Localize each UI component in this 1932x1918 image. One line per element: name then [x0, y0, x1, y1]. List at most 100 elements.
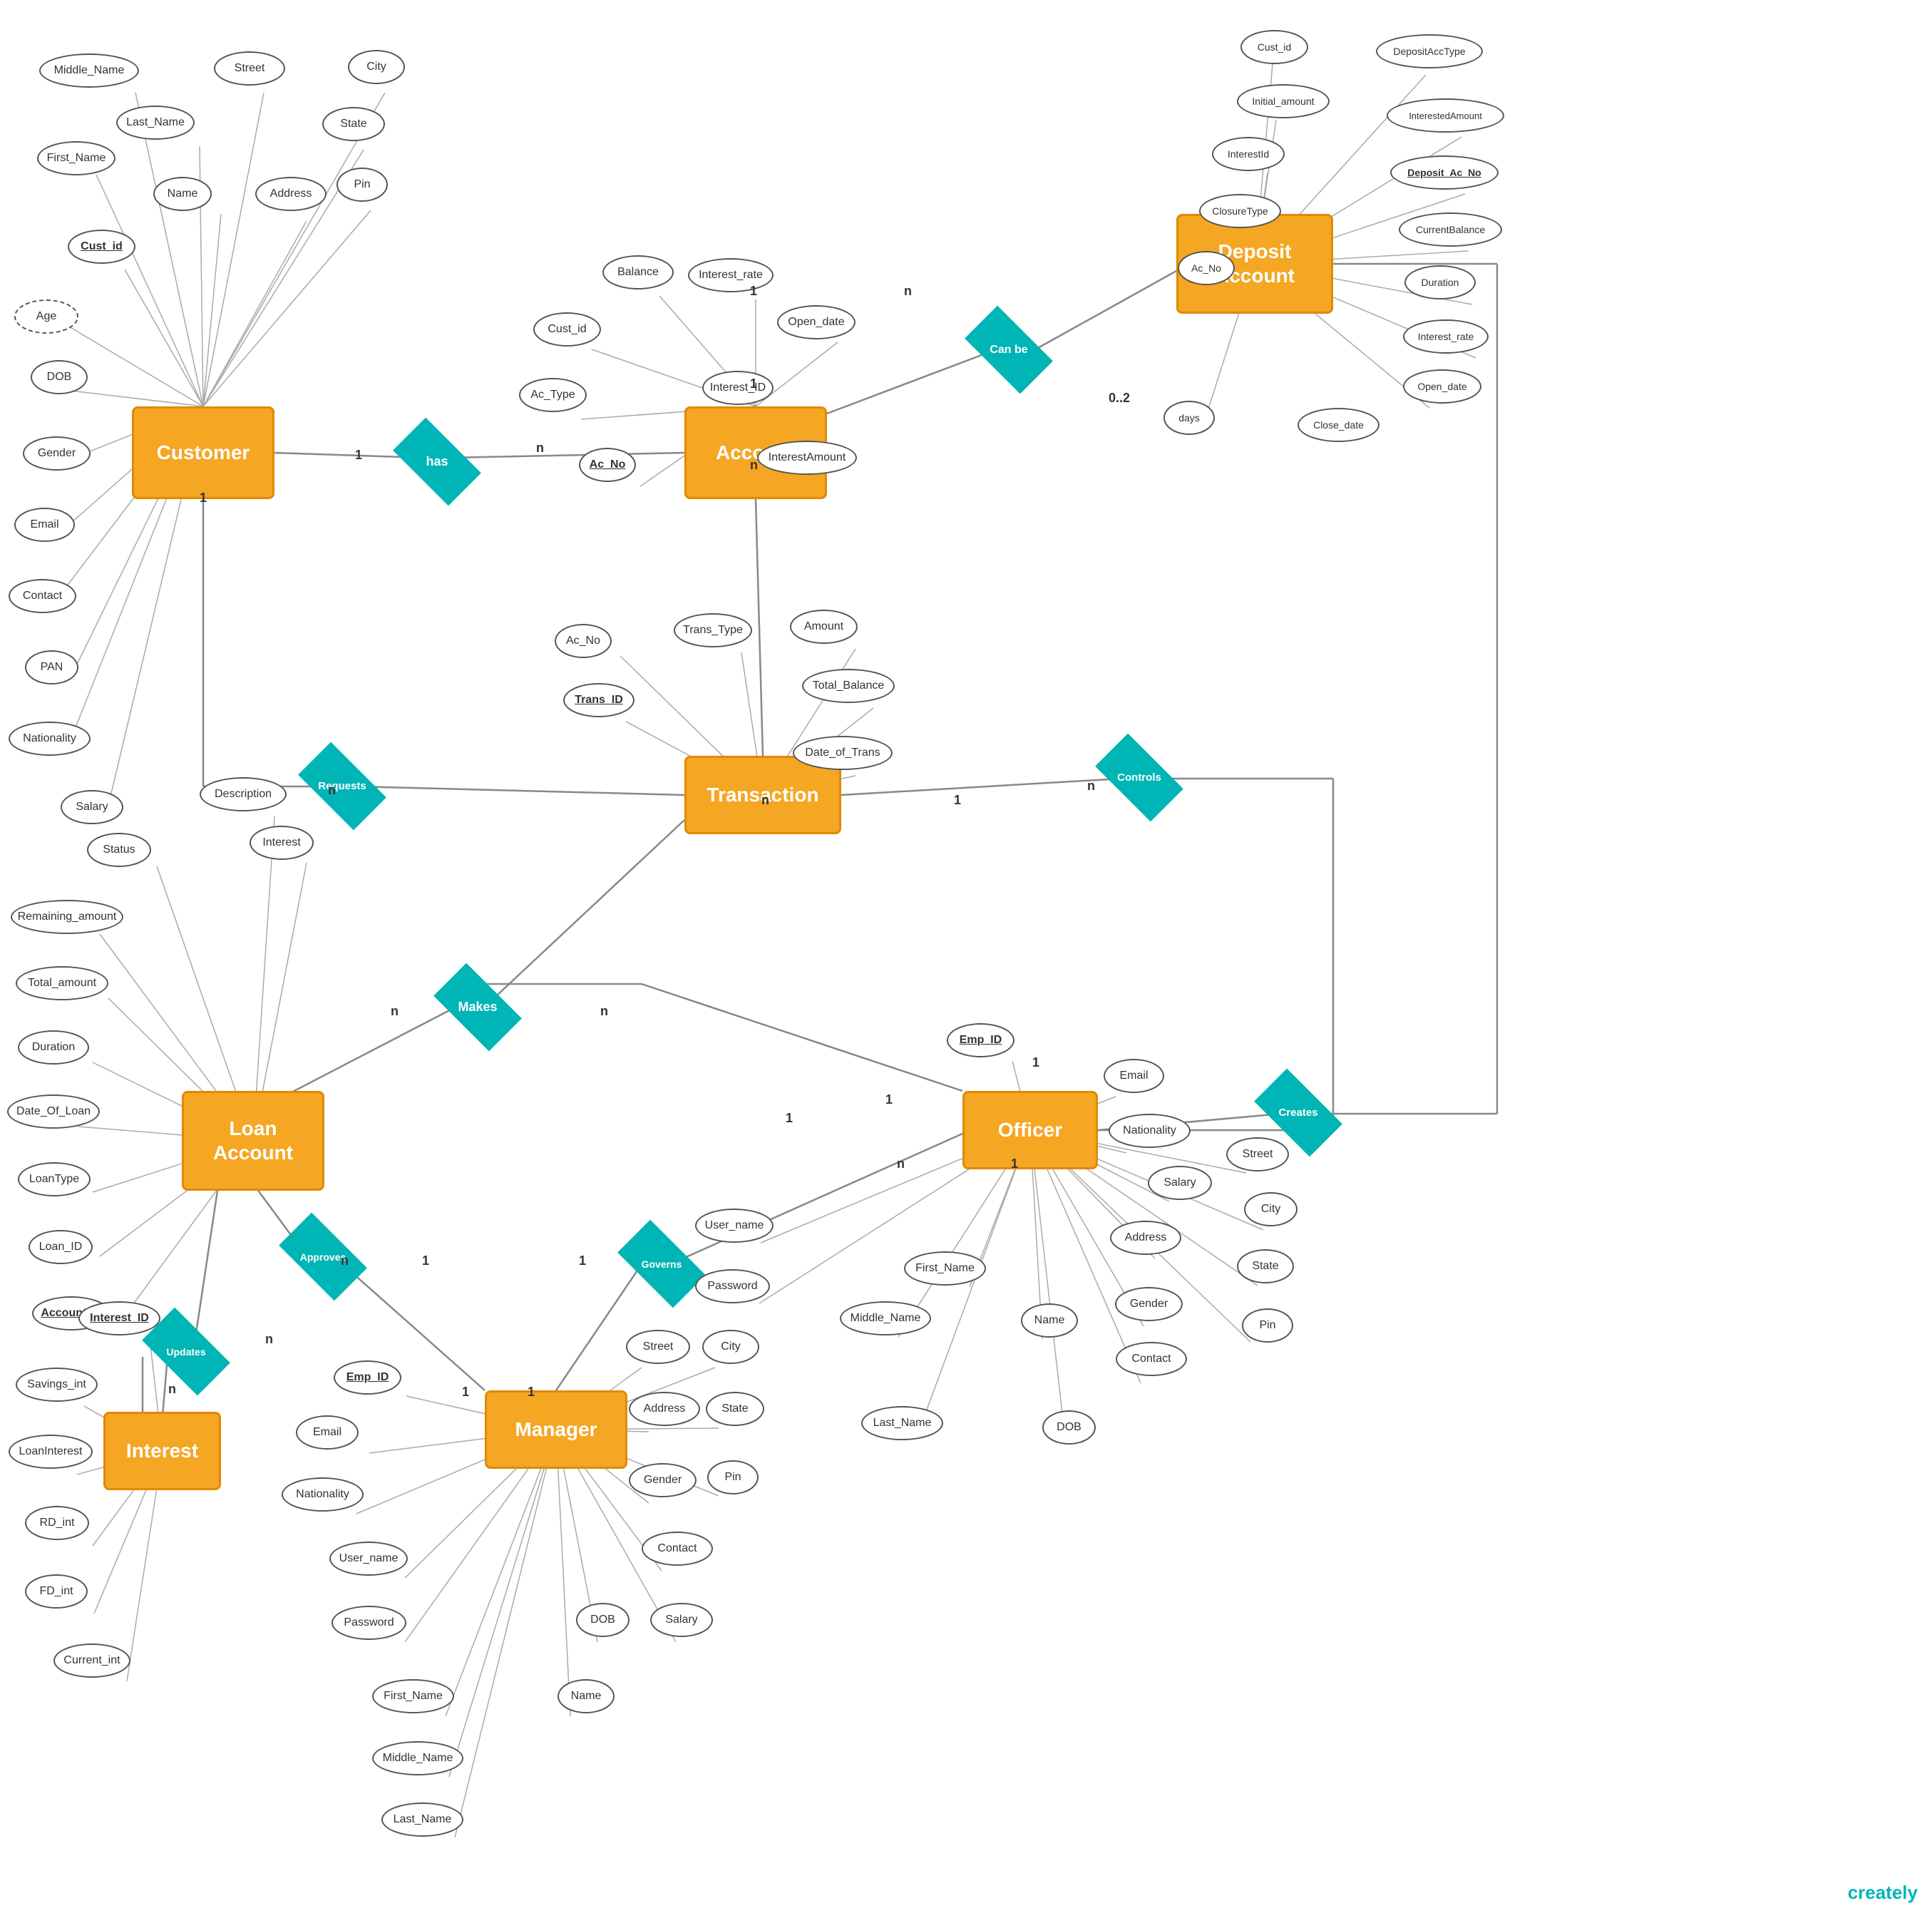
card-makes-n2: n — [600, 1004, 608, 1019]
attr-mgr-state: State — [706, 1392, 764, 1426]
attr-dob: DOB — [31, 360, 88, 394]
card-acc-tx-n: n — [750, 458, 758, 473]
card-off-n: n — [897, 1157, 905, 1171]
attr-last-name: Last_Name — [116, 106, 195, 140]
diagram-container: Customer Account Deposit Account Transac… — [0, 0, 1932, 1918]
attr-loan-status: Status — [87, 833, 151, 867]
attr-dep-curbal: CurrentBalance — [1399, 212, 1502, 247]
card-dep-1: 1 — [750, 284, 757, 299]
relationship-controls-label: Controls — [1100, 754, 1178, 801]
attr-dep-opendate: Open_date — [1403, 369, 1481, 404]
card-mgr-1a: 1 — [528, 1385, 535, 1400]
entity-interest: Interest — [103, 1412, 221, 1490]
attr-off-street: Street — [1226, 1137, 1289, 1171]
card-ctrl-n2: n — [1087, 779, 1095, 794]
attr-tx-transid: Trans_ID — [563, 683, 634, 717]
attr-off-nationality: Nationality — [1109, 1114, 1191, 1148]
attr-off-salary: Salary — [1148, 1166, 1212, 1200]
attr-off-address: Address — [1110, 1221, 1181, 1255]
attr-dep-days: days — [1163, 401, 1215, 435]
attr-tx-dotrans: Date_of_Trans — [793, 736, 893, 770]
attr-mgr-address: Address — [629, 1392, 700, 1426]
attr-mgr-empid: Emp_ID — [334, 1360, 401, 1395]
attr-tx-totbal: Total_Balance — [802, 669, 895, 703]
attr-loan-loanid: Loan_ID — [29, 1230, 93, 1264]
creately-logo: creately — [1848, 1882, 1918, 1904]
attr-acc-custid: Cust_id — [533, 312, 601, 347]
relationship-requests-label: Requests — [303, 763, 381, 809]
attr-dep-intid: InterestId — [1212, 137, 1285, 171]
attr-pin: Pin — [336, 168, 388, 202]
attr-off-contact: Contact — [1116, 1342, 1187, 1376]
card-off-1b: 1 — [786, 1111, 793, 1126]
attr-acc-intrate: Interest_rate — [688, 258, 774, 292]
entity-officer: Officer — [962, 1091, 1098, 1169]
card-off-1c: 1 — [1011, 1157, 1018, 1171]
attr-mgr-email: Email — [296, 1415, 359, 1450]
attr-mgr-lastname: Last_Name — [381, 1802, 463, 1837]
connections-svg — [0, 0, 1932, 1918]
attr-pan: PAN — [25, 650, 78, 684]
card-mgr-1b: 1 — [462, 1385, 469, 1400]
attr-int-loanint: LoanInterest — [9, 1435, 93, 1469]
attr-address: Address — [255, 177, 327, 211]
attr-acc-intamt: InterestAmount — [757, 441, 857, 475]
attr-off-password: Password — [695, 1269, 770, 1303]
attr-loan-dol: Date_Of_Loan — [7, 1094, 100, 1129]
attr-first-name: First_Name — [37, 141, 115, 175]
attr-tx-transtype: Trans_Type — [674, 613, 752, 647]
card-dep-n: n — [904, 284, 912, 299]
card-appr-1: 1 — [422, 1253, 429, 1268]
attr-mgr-middlename: Middle_Name — [372, 1741, 463, 1775]
attr-off-name: Name — [1021, 1303, 1078, 1338]
attr-mgr-pin: Pin — [707, 1460, 759, 1494]
entity-manager: Manager — [485, 1390, 627, 1469]
attr-acc-intid: Interest_ID — [702, 371, 774, 405]
relationship-creates-label: Creates — [1259, 1089, 1337, 1136]
attr-age: Age — [14, 299, 78, 334]
attr-email: Email — [14, 508, 75, 542]
attr-gender: Gender — [23, 436, 91, 471]
attr-mgr-firstname: First_Name — [372, 1679, 454, 1713]
attr-loan-loantype: LoanType — [18, 1162, 91, 1196]
entity-customer: Customer — [132, 406, 274, 499]
attr-dep-initamt: Initial_amount — [1237, 84, 1330, 118]
card-ctrl-n: n — [761, 793, 769, 808]
attr-mgr-dob: DOB — [576, 1603, 630, 1637]
attr-nationality: Nationality — [9, 722, 91, 756]
attr-mgr-nationality: Nationality — [282, 1477, 364, 1512]
attr-acc-balance: Balance — [602, 255, 674, 289]
entity-loan-account: Loan Account — [182, 1091, 324, 1191]
attr-off-email: Email — [1104, 1059, 1164, 1093]
attr-off-empid: Emp_ID — [947, 1023, 1014, 1057]
card-has-1: 1 — [355, 448, 362, 463]
attr-mgr-salary: Salary — [650, 1603, 713, 1637]
relationship-canbe-label: Can be — [970, 327, 1048, 373]
card-cust-1: 1 — [200, 491, 207, 506]
attr-tx-amount: Amount — [790, 610, 858, 644]
relationship-has-label: has — [398, 439, 476, 485]
card-upd-n2: n — [265, 1332, 273, 1347]
attr-city: City — [348, 50, 405, 84]
card-makes-n1: n — [391, 1004, 399, 1019]
attr-cust-id: Cust_id — [68, 230, 135, 264]
attr-loan-interest: Interest — [250, 826, 314, 860]
attr-dep-closure: ClosureType — [1199, 194, 1281, 228]
attr-mgr-city: City — [702, 1330, 759, 1364]
attr-dep-acno2: Ac_No — [1178, 251, 1235, 285]
attr-off-username: User_name — [695, 1209, 774, 1243]
attr-loan-duration: Duration — [18, 1030, 89, 1065]
attr-mgr-username: User_name — [329, 1542, 408, 1576]
card-ctrl-1: 1 — [954, 793, 961, 808]
card-gov-1: 1 — [579, 1253, 586, 1268]
attr-mgr-password: Password — [332, 1606, 406, 1640]
attr-state: State — [322, 107, 385, 141]
attr-loan-totamt: Total_amount — [16, 966, 108, 1000]
card-appr-n: n — [341, 1253, 349, 1268]
attr-off-gender: Gender — [1115, 1287, 1183, 1321]
attr-off-middlename: Middle_Name — [840, 1301, 931, 1335]
attr-salary: Salary — [61, 790, 123, 824]
attr-off-state: State — [1237, 1249, 1294, 1283]
attr-mgr-street: Street — [626, 1330, 690, 1364]
attr-dep-acno: Deposit_Ac_No — [1390, 155, 1499, 190]
